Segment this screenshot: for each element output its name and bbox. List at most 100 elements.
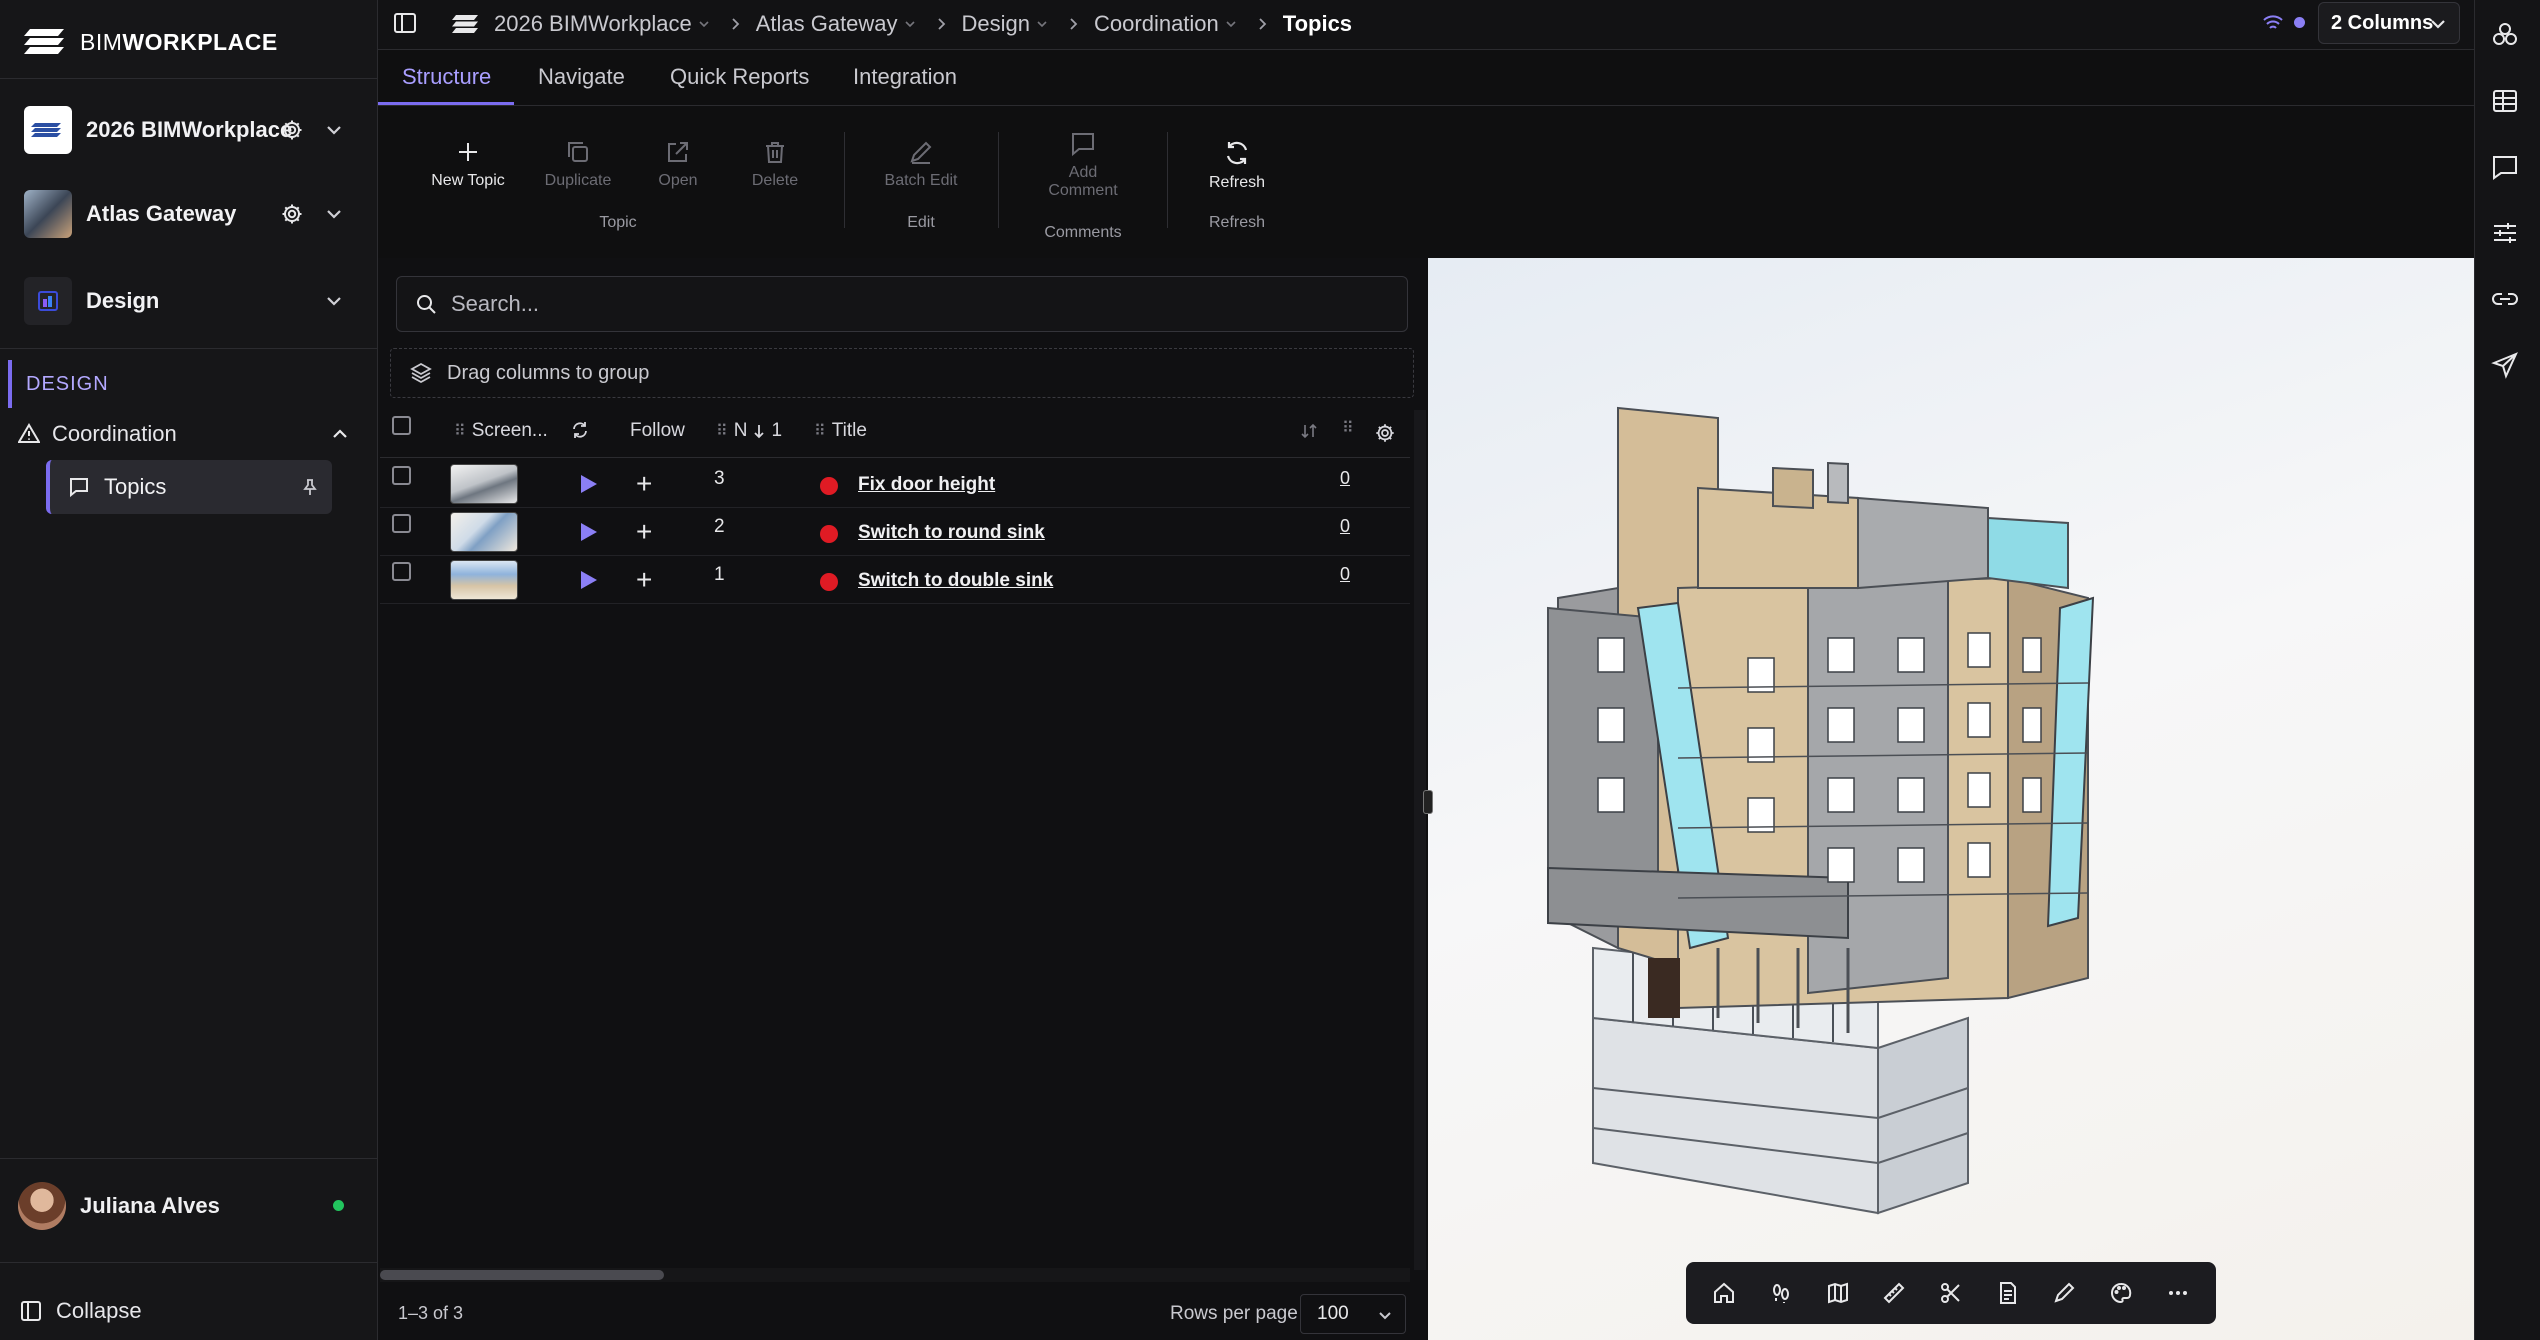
module-name: Design	[86, 288, 160, 313]
search-input[interactable]	[451, 291, 1351, 317]
follow-plus-icon[interactable]: +	[636, 566, 652, 594]
ribbon-group-edit: Edit	[907, 214, 935, 231]
brand-name: BIMWORKPLACE	[80, 28, 278, 55]
home-icon[interactable]	[1712, 1281, 1736, 1305]
column-header-screenshot[interactable]: ⠿ Screen...	[454, 420, 548, 442]
brand-logo[interactable]: BIMWORKPLACE	[24, 24, 278, 60]
chevron-down-icon[interactable]	[324, 291, 344, 311]
row-checkbox[interactable]	[392, 514, 411, 533]
batch-edit-button[interactable]: Batch Edit	[866, 138, 976, 190]
add-comment-button[interactable]: Add Comment	[1028, 130, 1138, 200]
collapse-sidebar-button[interactable]: Collapse	[20, 1298, 142, 1324]
bcf-icon[interactable]	[2490, 20, 2520, 50]
new-topic-label: New Topic	[431, 172, 505, 189]
more-icon[interactable]	[2166, 1281, 2190, 1305]
breadcrumb-item-workspace[interactable]: 2026 BIMWorkplace	[494, 11, 756, 37]
3d-model-viewer[interactable]	[1428, 258, 2474, 1340]
ribbon-group-topic: Topic	[599, 214, 637, 231]
layout-columns-dropdown[interactable]: 2 Columns	[2318, 2, 2460, 44]
topic-screenshot[interactable]	[450, 464, 518, 504]
ruler-icon[interactable]	[1882, 1281, 1906, 1305]
table-row[interactable]: + 1 Switch to double sink 0	[380, 556, 1410, 604]
topic-title-link[interactable]: Switch to double sink	[858, 570, 1053, 592]
horizontal-scrollbar-thumb[interactable]	[380, 1270, 664, 1280]
gear-icon[interactable]	[280, 118, 304, 142]
open-button[interactable]: Open	[623, 138, 733, 190]
rows-per-page-value: 100	[1317, 1303, 1349, 1324]
column-header-number[interactable]: ⠿ N 1	[716, 420, 782, 442]
topic-screenshot[interactable]	[450, 512, 518, 552]
breadcrumb-item-module[interactable]: Design	[962, 11, 1094, 37]
active-tab-indicator	[378, 102, 514, 105]
comment-count-link[interactable]: 0	[1340, 468, 1350, 489]
project-selector[interactable]: Atlas Gateway	[24, 186, 354, 242]
group-by-drop-zone[interactable]: Drag columns to group	[390, 348, 1414, 398]
drag-handle-icon[interactable]: ⠿	[814, 421, 826, 441]
panel-resize-handle[interactable]	[1423, 790, 1433, 814]
select-all-checkbox[interactable]	[392, 416, 411, 435]
follow-plus-icon[interactable]: +	[636, 518, 652, 546]
sort-icon[interactable]	[1300, 422, 1318, 440]
follow-plus-icon[interactable]: +	[636, 470, 652, 498]
play-viewpoint-icon[interactable]	[580, 522, 598, 542]
sliders-icon[interactable]	[2490, 218, 2520, 248]
open-label: Open	[658, 172, 698, 189]
tab-integration[interactable]: Integration	[853, 64, 957, 90]
pen-icon[interactable]	[2052, 1281, 2076, 1305]
column-header-title[interactable]: ⠿ Title	[814, 420, 867, 442]
play-viewpoint-icon[interactable]	[580, 474, 598, 494]
comment-count-link[interactable]: 0	[1340, 516, 1350, 537]
table-icon[interactable]	[2490, 86, 2520, 116]
chevron-down-icon[interactable]	[324, 120, 344, 140]
new-topic-button[interactable]: New Topic	[413, 138, 523, 190]
ribbon-group-refresh: Refresh	[1208, 214, 1266, 231]
chevron-up-icon[interactable]	[330, 424, 350, 444]
breadcrumb-item-group[interactable]: Coordination	[1094, 11, 1283, 37]
rows-per-page-label: Rows per page	[1170, 1303, 1298, 1324]
gear-icon[interactable]	[1374, 422, 1396, 444]
topic-title-link[interactable]: Fix door height	[858, 474, 995, 496]
comments-icon[interactable]	[2490, 152, 2520, 182]
topic-screenshot[interactable]	[450, 560, 518, 600]
topic-title-link[interactable]: Switch to round sink	[858, 522, 1045, 544]
column-header-viewpoint[interactable]	[570, 420, 590, 440]
comment-count-link[interactable]: 0	[1340, 564, 1350, 585]
walk-icon[interactable]	[1769, 1281, 1793, 1305]
sidebar-item-topics[interactable]: Topics	[46, 460, 332, 514]
vertical-scrollbar[interactable]	[1414, 410, 1426, 1270]
map-icon[interactable]	[1826, 1281, 1850, 1305]
rows-per-page-select[interactable]: 100	[1300, 1294, 1406, 1334]
tab-navigate[interactable]: Navigate	[538, 64, 625, 90]
module-selector[interactable]: Design	[24, 273, 354, 329]
document-icon[interactable]	[1996, 1281, 2020, 1305]
drag-handle-icon[interactable]: ⠿	[454, 421, 466, 441]
delete-button[interactable]: Delete	[720, 138, 830, 190]
chevron-down-icon[interactable]	[324, 204, 344, 224]
tab-quick-reports[interactable]: Quick Reports	[670, 64, 809, 90]
send-icon[interactable]	[2490, 350, 2520, 380]
duplicate-button[interactable]: Duplicate	[523, 138, 633, 190]
workspace-selector[interactable]: 2026 BIMWorkplace	[24, 102, 354, 158]
search-box[interactable]	[396, 276, 1408, 332]
drag-handle-icon[interactable]: ⠿	[716, 421, 728, 441]
row-checkbox[interactable]	[392, 562, 411, 581]
table-row[interactable]: + 2 Switch to round sink 0	[380, 508, 1410, 556]
logo-icon[interactable]	[452, 14, 482, 34]
column-header-follow[interactable]: Follow	[630, 420, 685, 442]
gear-icon[interactable]	[280, 202, 304, 226]
breadcrumb-item-project[interactable]: Atlas Gateway	[756, 11, 962, 37]
sidebar-group-coordination[interactable]: Coordination	[18, 416, 358, 452]
tab-structure[interactable]: Structure	[402, 64, 491, 90]
user-profile[interactable]: Juliana Alves	[18, 1180, 358, 1232]
divider	[0, 78, 378, 79]
link-icon[interactable]	[2490, 284, 2520, 314]
scissors-icon[interactable]	[1939, 1281, 1963, 1305]
panel-toggle-icon[interactable]	[392, 10, 418, 36]
pin-icon[interactable]	[302, 478, 318, 496]
row-checkbox[interactable]	[392, 466, 411, 485]
table-row[interactable]: + 3 Fix door height 0	[380, 460, 1410, 508]
palette-icon[interactable]	[2109, 1281, 2133, 1305]
play-viewpoint-icon[interactable]	[580, 570, 598, 590]
drag-handle-icon[interactable]: ⠿	[1342, 418, 1360, 438]
refresh-button[interactable]: Refresh	[1182, 138, 1292, 192]
